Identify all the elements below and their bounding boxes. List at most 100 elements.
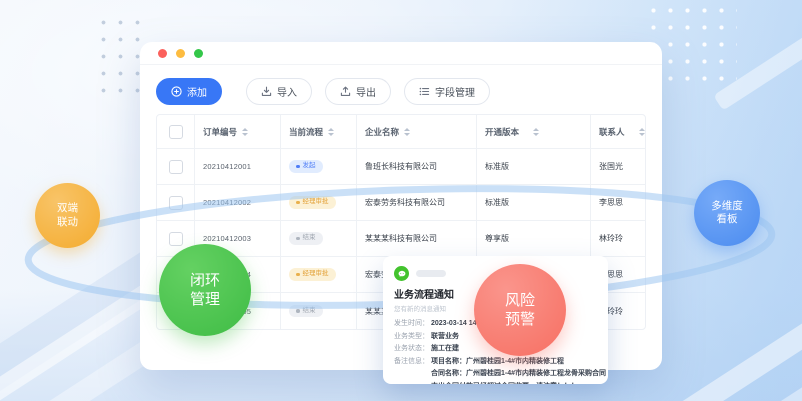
checkbox-cell	[157, 185, 195, 221]
cell-company: 宏泰劳务科技有限公司	[357, 185, 477, 221]
add-button-label: 添加	[187, 84, 207, 99]
header-label: 企业名称	[365, 126, 399, 138]
field-management-button-label: 字段管理	[435, 84, 475, 99]
sort-icon[interactable]	[404, 128, 410, 136]
process-status-badge: 结束	[289, 305, 323, 318]
wechat-chat-icon	[394, 266, 409, 281]
row-checkbox[interactable]	[169, 160, 183, 174]
cell-version: 标准版	[477, 185, 591, 221]
header-process: 当前流程	[281, 115, 357, 149]
download-icon	[261, 86, 272, 97]
feature-bubble-dashboard: 多维度 看板	[694, 180, 760, 246]
sender-placeholder	[416, 270, 446, 277]
sort-icon[interactable]	[242, 128, 248, 136]
header-order-no: 订单编号	[195, 115, 281, 149]
sort-icon[interactable]	[639, 128, 645, 136]
status-dot-icon	[296, 237, 300, 241]
status-dot-icon	[296, 309, 300, 313]
badge-label: 结束	[303, 308, 316, 315]
process-status-badge: 经理审批	[289, 268, 336, 281]
field-label: 发生时间：	[394, 318, 431, 331]
header-checkbox-cell	[157, 115, 195, 149]
corner-stripe	[664, 266, 802, 401]
remark-line: 项目名称：广州碧桂园1-4#市内精装修工程	[431, 356, 606, 369]
notification-field: 备注信息： 项目名称：广州碧桂园1-4#市内精装修工程 合同名称：广州碧桂园1-…	[394, 356, 597, 385]
cell-order-no: 20210412002	[195, 185, 281, 221]
header-label: 当前流程	[289, 126, 323, 138]
export-button-label: 导出	[356, 84, 376, 99]
cell-process: 经理审批	[281, 257, 357, 293]
cell-order-no: 20210412001	[195, 149, 281, 185]
bubble-text: 预警	[505, 310, 535, 329]
corner-stripe	[703, 304, 802, 401]
bubble-text: 闭环	[190, 271, 220, 290]
cell-contact: 张国光	[591, 149, 646, 185]
bubble-text: 管理	[190, 290, 220, 309]
window-minimize-button[interactable]	[176, 49, 185, 58]
bubble-text: 看板	[717, 213, 738, 227]
list-icon	[419, 86, 430, 97]
table-row: 20210412001 发起 鲁班长科技有限公司 标准版 张国光	[157, 149, 645, 185]
process-status-badge: 发起	[289, 160, 323, 173]
table-row: 20210412002 经理审批 宏泰劳务科技有限公司 标准版 李思思	[157, 185, 645, 221]
bubble-text: 双端	[57, 202, 78, 216]
header-label: 订单编号	[203, 126, 237, 138]
table-header-row: 订单编号 当前流程 企业名称 开通版本 联系人	[157, 115, 645, 149]
cell-process: 经理审批	[281, 185, 357, 221]
process-status-badge: 经理审批	[289, 196, 336, 209]
window-close-button[interactable]	[158, 49, 167, 58]
illustration-canvas: 添加 导入 导出 字段管理	[0, 0, 802, 401]
cell-process: 结束	[281, 293, 357, 329]
process-status-badge: 结束	[289, 232, 323, 245]
checkbox-cell	[157, 149, 195, 185]
status-dot-icon	[296, 201, 300, 205]
bubble-text: 多维度	[711, 200, 743, 214]
remark-line: 合同名称：广州碧桂园1-4#市内精装修工程龙骨采购合同	[431, 368, 606, 381]
toolbar: 添加 导入 导出 字段管理	[140, 65, 662, 105]
import-button-label: 导入	[277, 84, 297, 99]
remark-line: 支出合同付款已经超过合同收票，请注意！！！	[431, 381, 606, 385]
cell-version: 标准版	[477, 149, 591, 185]
feature-bubble-risk-warning: 风险 预警	[474, 264, 566, 356]
header-contact: 联系人	[591, 115, 646, 149]
field-label: 备注信息：	[394, 356, 431, 385]
header-version: 开通版本	[477, 115, 591, 149]
cell-contact: 李思思	[591, 185, 646, 221]
status-dot-icon	[296, 165, 300, 169]
field-management-button[interactable]: 字段管理	[404, 78, 490, 105]
cell-process: 发起	[281, 149, 357, 185]
feature-bubble-closed-loop: 闭环 管理	[159, 244, 251, 336]
field-value-group: 项目名称：广州碧桂园1-4#市内精装修工程 合同名称：广州碧桂园1-4#市内精装…	[431, 356, 606, 385]
window-maximize-button[interactable]	[194, 49, 203, 58]
corner-stripe	[713, 0, 802, 111]
sort-icon[interactable]	[328, 128, 334, 136]
cell-version: 尊享版	[477, 221, 591, 257]
header-label: 开通版本	[485, 126, 519, 138]
upload-icon	[340, 86, 351, 97]
header-label: 联系人	[599, 126, 625, 138]
badge-label: 结束	[303, 235, 316, 242]
feature-bubble-dual-link: 双端 联动	[35, 183, 100, 248]
row-checkbox[interactable]	[169, 232, 183, 246]
sort-icon[interactable]	[533, 128, 539, 136]
bubble-text: 联动	[57, 216, 78, 230]
cell-company: 某某某科技有限公司	[357, 221, 477, 257]
plus-circle-icon	[171, 86, 182, 97]
cell-process: 结束	[281, 221, 357, 257]
header-company: 企业名称	[357, 115, 477, 149]
field-label: 业务类型：	[394, 331, 431, 344]
badge-label: 经理审批	[303, 199, 329, 206]
badge-label: 发起	[303, 163, 316, 170]
select-all-checkbox[interactable]	[169, 125, 183, 139]
add-button[interactable]: 添加	[156, 78, 222, 105]
bubble-text: 风险	[505, 291, 535, 310]
status-dot-icon	[296, 273, 300, 277]
badge-label: 经理审批	[303, 271, 329, 278]
field-label: 业务状态：	[394, 343, 431, 356]
cell-company: 鲁班长科技有限公司	[357, 149, 477, 185]
import-button[interactable]: 导入	[246, 78, 312, 105]
corner-stripe	[0, 282, 156, 401]
row-checkbox[interactable]	[169, 196, 183, 210]
export-button[interactable]: 导出	[325, 78, 391, 105]
window-titlebar	[140, 42, 662, 65]
